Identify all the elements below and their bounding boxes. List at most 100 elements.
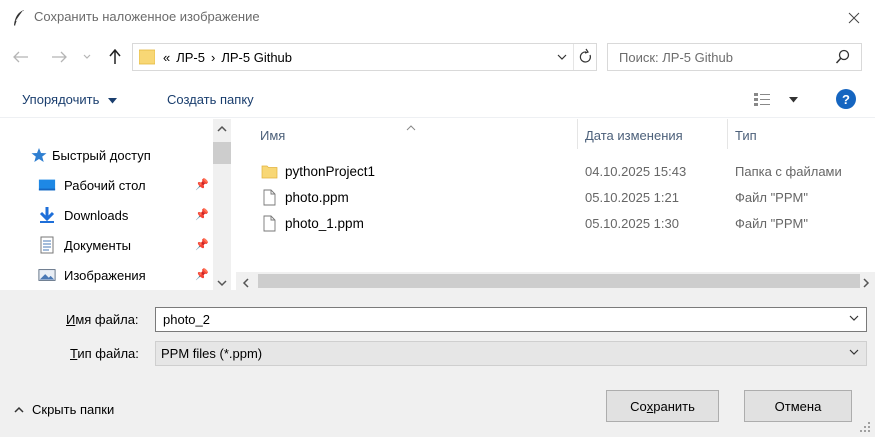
filename-combobox[interactable]: photo_2: [155, 307, 867, 332]
hide-folders-button[interactable]: Скрыть папки: [14, 402, 114, 417]
resize-grip-icon[interactable]: [858, 420, 872, 434]
caret-down-icon: [789, 97, 798, 103]
filename-label: Имя файла:: [66, 312, 139, 327]
sort-ascending-icon: [406, 119, 416, 134]
save-button[interactable]: Со х ранить: [606, 390, 719, 422]
sidebar-item-quick-access[interactable]: Быстрый доступ: [30, 144, 151, 166]
chevron-down-icon: [217, 280, 227, 287]
file-name: pythonProject1: [285, 164, 376, 179]
chevron-down-icon: [83, 54, 91, 59]
recent-locations-button[interactable]: [80, 46, 94, 68]
file-row[interactable]: pythonProject1 04.10.2025 15:43 Папка с …: [255, 159, 875, 184]
breadcrumb-segment[interactable]: ЛР-5: [176, 50, 205, 65]
pin-icon: 📌: [195, 179, 209, 191]
title-bar: Сохранить наложенное изображение: [0, 0, 875, 36]
file-type: Файл "PPM": [735, 216, 808, 231]
filetype-value: PPM files (*.ppm): [161, 346, 263, 361]
documents-icon: [38, 236, 56, 254]
feather-icon: [12, 9, 26, 27]
horizontal-scrollbar-thumb[interactable]: [258, 274, 860, 288]
chevron-right-icon: [863, 278, 870, 288]
navigation-pane: Быстрый доступ Рабочий стол 📌 Downloads …: [0, 119, 232, 290]
window-title: Сохранить наложенное изображение: [34, 9, 260, 24]
cancel-button[interactable]: Отмена: [744, 390, 852, 422]
column-header-name[interactable]: Имя: [260, 128, 285, 143]
chevron-left-icon: [242, 278, 249, 288]
column-divider[interactable]: [727, 119, 728, 149]
refresh-button[interactable]: [577, 47, 595, 67]
navigation-bar: « ЛР-5 › ЛР-5 Github Поиск: ЛР-5 Github: [0, 36, 875, 80]
scroll-right-button[interactable]: [862, 276, 870, 291]
file-icon: [261, 215, 278, 232]
search-box[interactable]: Поиск: ЛР-5 Github: [607, 43, 862, 71]
downloads-icon: [38, 207, 56, 223]
close-icon: [848, 12, 860, 24]
filename-input[interactable]: photo_2: [163, 312, 210, 327]
file-date: 04.10.2025 15:43: [585, 164, 687, 179]
column-header-type[interactable]: Тип: [735, 128, 757, 143]
file-list-header: Имя Дата изменения Тип: [240, 119, 875, 149]
filename-dropdown-button[interactable]: [848, 312, 860, 327]
search-icon[interactable]: [835, 49, 851, 65]
sidebar-item-label: Изображения: [64, 267, 146, 283]
file-row[interactable]: photo_1.ppm 05.10.2025 1:30 Файл "PPM": [255, 211, 875, 236]
arrow-right-icon: [52, 51, 67, 63]
pictures-icon: [38, 267, 56, 283]
breadcrumb-overflow[interactable]: «: [163, 50, 170, 65]
column-header-date[interactable]: Дата изменения: [585, 128, 683, 143]
filetype-select[interactable]: PPM files (*.ppm): [155, 341, 867, 366]
breadcrumb-segment[interactable]: ЛР-5 Github: [221, 50, 292, 65]
address-bar[interactable]: « ЛР-5 › ЛР-5 Github: [132, 43, 597, 71]
search-input[interactable]: Поиск: ЛР-5 Github: [619, 50, 733, 65]
file-name: photo.ppm: [285, 190, 349, 205]
folder-icon: [138, 49, 156, 65]
sidebar-item-pictures[interactable]: Изображения 📌: [38, 264, 213, 286]
help-button[interactable]: ?: [836, 89, 856, 109]
pin-icon: 📌: [195, 209, 209, 221]
breadcrumb: « ЛР-5 › ЛР-5 Github: [163, 50, 292, 65]
chevron-down-icon: [849, 315, 859, 321]
chevron-down-icon: [849, 349, 859, 355]
sidebar-item-label: Быстрый доступ: [52, 147, 151, 163]
forward-button[interactable]: [48, 46, 70, 68]
close-button[interactable]: [840, 6, 868, 30]
file-type: Файл "PPM": [735, 190, 808, 205]
organize-label: Упорядочить: [22, 92, 100, 107]
breadcrumb-separator[interactable]: ›: [211, 50, 215, 65]
sidebar-item-label: Документы: [64, 237, 132, 253]
arrow-left-icon: [13, 51, 28, 63]
change-view-button[interactable]: [753, 90, 798, 108]
filetype-label: Тип файла:: [70, 346, 139, 361]
folder-icon: [261, 163, 278, 180]
hide-folders-label: Скрыть папки: [32, 402, 115, 417]
column-divider[interactable]: [577, 119, 578, 149]
file-name: photo_1.ppm: [285, 216, 364, 231]
file-row[interactable]: photo.ppm 05.10.2025 1:21 Файл "PPM": [255, 185, 875, 210]
sidebar-scrollbar-thumb[interactable]: [213, 142, 231, 164]
organize-menu-button[interactable]: Упорядочить: [22, 92, 117, 107]
chevron-up-icon: [14, 406, 24, 413]
scroll-up-button[interactable]: [216, 122, 228, 137]
file-icon: [261, 189, 278, 206]
scroll-left-button[interactable]: [242, 276, 250, 291]
sidebar-item-documents[interactable]: Документы 📌: [38, 234, 213, 256]
filetype-dropdown-button[interactable]: [848, 346, 860, 361]
new-folder-button[interactable]: Создать папку: [167, 92, 254, 107]
divider: [573, 44, 574, 70]
command-bar: Упорядочить Создать папку ?: [0, 80, 875, 118]
sidebar-item-desktop[interactable]: Рабочий стол 📌: [38, 174, 213, 196]
chevron-down-icon: [557, 54, 567, 60]
sidebar-item-downloads[interactable]: Downloads 📌: [38, 204, 213, 226]
chevron-up-icon: [217, 125, 227, 132]
refresh-icon: [579, 48, 591, 63]
caret-down-icon: [107, 98, 117, 104]
file-date: 05.10.2025 1:30: [585, 216, 679, 231]
back-button[interactable]: [10, 46, 32, 68]
desktop-icon: [38, 177, 56, 193]
star-icon: [30, 147, 48, 163]
pin-icon: 📌: [195, 269, 209, 281]
up-button[interactable]: [104, 46, 126, 68]
scroll-down-button[interactable]: [216, 276, 228, 291]
pin-icon: 📌: [195, 239, 209, 251]
address-dropdown-button[interactable]: [553, 48, 571, 66]
